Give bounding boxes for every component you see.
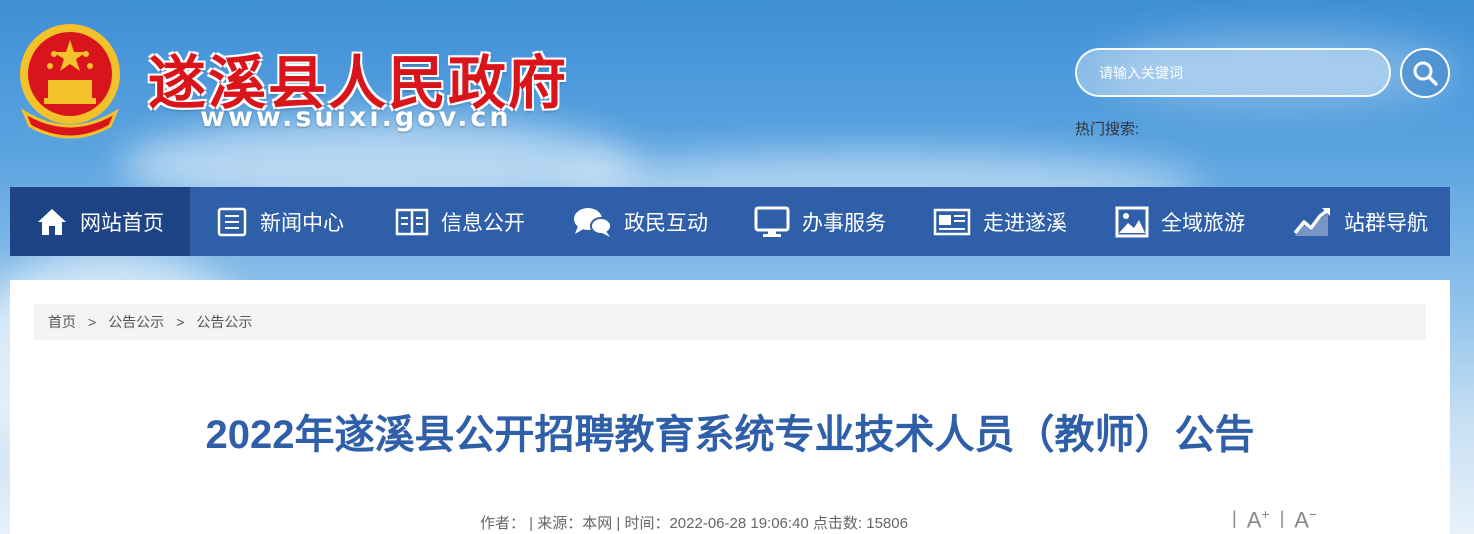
nav-item-interaction[interactable]: 政民互动: [550, 187, 730, 256]
nav-label-home: 网站首页: [80, 211, 164, 235]
chart-icon: [1293, 207, 1330, 236]
article-title: 2022年遂溪县公开招聘教育系统专业技术人员（教师）公告: [205, 413, 1255, 457]
divider: |: [1232, 508, 1237, 528]
nav-item-about[interactable]: 走进遂溪: [910, 187, 1090, 256]
nav-label-tourism: 全域旅游: [1161, 211, 1245, 235]
national-emblem-logo: [14, 22, 126, 140]
search-icon: [1413, 61, 1438, 86]
nav-label-info: 信息公开: [441, 211, 525, 235]
nav-label-sitemap: 站群导航: [1344, 211, 1428, 235]
main-nav: 网站首页 新闻中心 信息公开 政民互动 办事服务 走进遂溪 全域旅游 站群导航: [10, 187, 1450, 256]
breadcrumb-announcements[interactable]: 公告公示: [108, 312, 164, 332]
font-increase-button[interactable]: A+: [1247, 506, 1270, 533]
nav-item-tourism[interactable]: 全域旅游: [1090, 187, 1270, 256]
picture-icon: [1115, 206, 1149, 237]
search-button[interactable]: [1400, 48, 1450, 98]
book-icon: [395, 208, 429, 235]
nav-label-news: 新闻中心: [260, 211, 344, 235]
hot-search-label: 热门搜索:: [1075, 121, 1140, 138]
font-increase-symbol: +: [1261, 506, 1270, 522]
news-icon: [217, 207, 247, 236]
site-url: www.suixi.gov.cn: [200, 102, 512, 133]
nav-item-services[interactable]: 办事服务: [730, 187, 910, 256]
font-decrease-button[interactable]: A−: [1294, 506, 1317, 533]
breadcrumb-current[interactable]: 公告公示: [196, 312, 252, 332]
chat-icon: [574, 207, 612, 237]
newspaper-icon: [933, 208, 971, 235]
home-icon: [38, 208, 66, 235]
nav-label-services: 办事服务: [802, 211, 886, 235]
nav-item-news[interactable]: 新闻中心: [190, 187, 370, 256]
breadcrumb: 首页 > 公告公示 > 公告公示: [34, 304, 1426, 340]
breadcrumb-separator: >: [176, 314, 185, 330]
nav-item-sitemap[interactable]: 站群导航: [1270, 187, 1450, 256]
font-decrease-label: A: [1294, 507, 1309, 533]
font-increase-label: A: [1246, 507, 1262, 533]
divider: |: [1279, 508, 1285, 528]
nav-item-home[interactable]: 网站首页: [10, 187, 190, 256]
font-decrease-symbol: −: [1308, 506, 1318, 522]
search-input[interactable]: [1075, 48, 1391, 97]
nav-item-info[interactable]: 信息公开: [370, 187, 550, 256]
breadcrumb-home[interactable]: 首页: [48, 312, 76, 332]
article-meta: 作者： | 来源：本网 | 时间：2022-06-28 19:06:40 点击数…: [480, 515, 908, 532]
nav-label-interaction: 政民互动: [624, 211, 708, 235]
breadcrumb-separator: >: [88, 314, 97, 330]
font-size-controls: | A+ | A−: [1232, 506, 1327, 533]
monitor-icon: [754, 206, 790, 237]
nav-label-about: 走进遂溪: [983, 211, 1067, 235]
content-panel: 首页 > 公告公示 > 公告公示 2022年遂溪县公开招聘教育系统专业技术人员（…: [10, 280, 1450, 534]
